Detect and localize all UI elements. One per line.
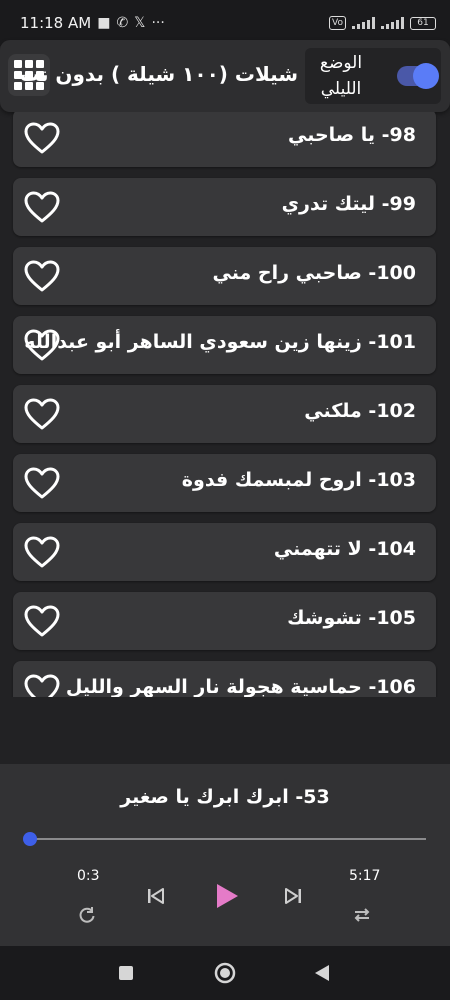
x-app-icon: 𝕏 [134,15,146,31]
list-item[interactable]: 98- يا صاحبي [13,112,436,167]
navigation-bar [0,946,450,1000]
player-panel: 53- ابرك ابرك يا صغير 0:3 5:17 [0,764,450,946]
heart-icon[interactable] [23,121,61,155]
song-title: 99- ليتك تدري [281,193,416,215]
song-title: 105- تشوشك [287,607,416,629]
list-item[interactable]: 101- زينها زين سعودي الساهر أبو عبدالله [13,316,436,374]
song-list[interactable]: 98- يا صاحبي 99- ليتك تدري 100- صاحبي راح … [0,112,450,697]
battery-level: 61 [417,17,429,28]
heart-icon[interactable] [23,535,61,569]
volte-icon: Vo [329,16,346,30]
list-item[interactable]: 100- صاحبي راح مني [13,247,436,305]
song-title: 100- صاحبي راح مني [212,262,416,284]
signal-icon-2 [381,17,404,29]
list-item[interactable]: 106- حماسية هجولة نار السهر والليل [13,661,436,697]
night-mode-toggle[interactable] [397,63,439,89]
toggle-knob [413,63,439,89]
list-item[interactable]: 99- ليتك تدري [13,178,436,236]
seek-thumb[interactable] [23,832,37,846]
song-title: 103- اروح لمبسمك فدوة [181,469,416,491]
list-item[interactable]: 105- تشوشك [13,592,436,650]
heart-icon[interactable] [23,466,61,500]
heart-icon[interactable] [23,604,61,638]
current-time: 0:3 [77,868,100,884]
total-time: 5:17 [349,868,381,884]
song-title: 106- حماسية هجولة نار السهر والليل [65,676,416,697]
battery-icon: 61 [410,16,436,30]
seek-bar[interactable] [23,832,426,846]
back-triangle-icon[interactable] [313,964,331,982]
play-icon[interactable] [214,882,240,910]
stop-square-icon: ■ [97,15,111,31]
heart-icon[interactable] [23,397,61,431]
night-mode-switch[interactable]: الوضع الليلي [305,48,441,104]
heart-icon[interactable] [23,673,61,697]
home-circle-icon[interactable] [214,962,236,984]
list-item[interactable]: 102- ملكني [13,385,436,443]
signal-icon [352,17,375,29]
app-title: شيلات (١٠٠ شيلة ) بدون نت [19,62,298,86]
shuffle-icon[interactable] [352,905,372,925]
recents-square-icon[interactable] [118,965,134,981]
app-header: شيلات (١٠٠ شيلة ) بدون نت الوضع الليلي [0,40,450,112]
more-dots-icon: ··· [151,15,165,31]
night-mode-label: الوضع الليلي [319,53,363,99]
repeat-icon[interactable] [77,905,97,925]
heart-icon[interactable] [23,259,61,293]
wifi-call-icon: ✆ [116,15,129,31]
status-time: 11:18 AM [20,14,92,32]
now-playing-title: 53- ابرك ابرك يا صغير [120,786,330,808]
song-title: 101- زينها زين سعودي الساهر أبو عبدالله [24,331,416,353]
list-item[interactable]: 103- اروح لمبسمك فدوة [13,454,436,512]
previous-icon[interactable] [146,886,166,906]
next-icon[interactable] [283,886,303,906]
heart-icon[interactable] [23,190,61,224]
list-item[interactable]: 104- لا تتهمني [13,523,436,581]
song-title: 102- ملكني [304,400,416,422]
song-title: 98- يا صاحبي [287,124,416,146]
song-title: 104- لا تتهمني [273,538,416,560]
